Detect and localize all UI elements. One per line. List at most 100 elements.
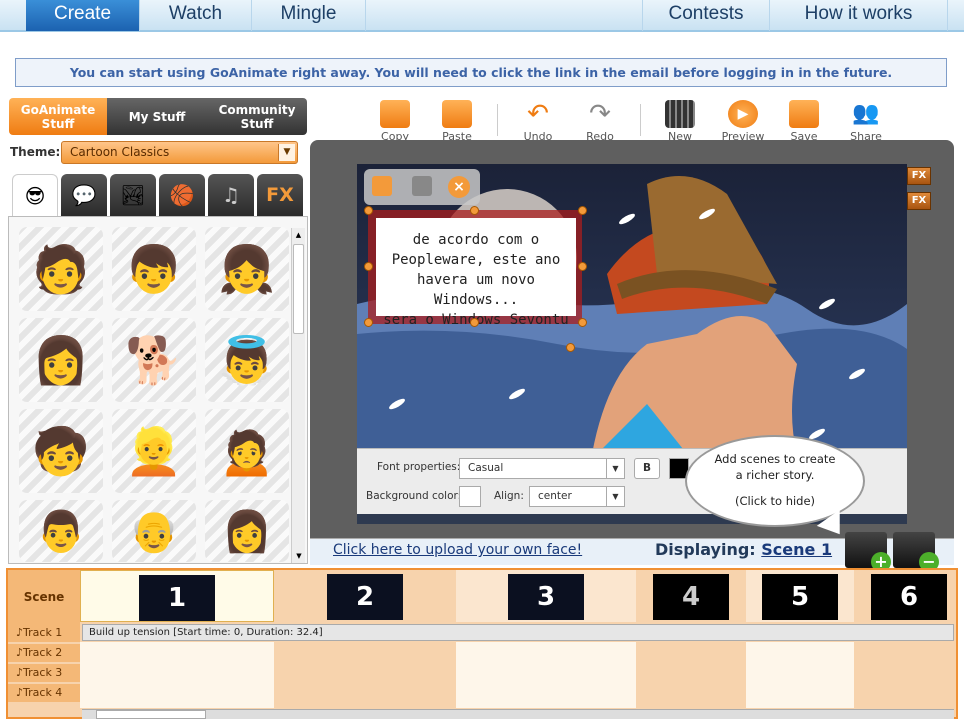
speech-line: Peopleware, este ano <box>391 252 561 268</box>
timeline-scene[interactable]: 6 <box>855 570 955 622</box>
character-thumbnail[interactable]: 👩 <box>205 500 289 562</box>
nav-watch-tab[interactable]: Watch <box>140 0 252 31</box>
speech-bubble-text[interactable]: de acordo com o Peopleware, este ano hav… <box>376 218 576 328</box>
theme-select[interactable]: Cartoon Classics ▼ <box>61 141 298 164</box>
music-note-icon: ♪ <box>16 646 24 659</box>
character-icon: 👩 <box>32 332 90 387</box>
send-backward-icon[interactable] <box>412 176 432 196</box>
floppy-disk-icon <box>789 100 819 128</box>
tab-backgrounds[interactable]: 🏞 <box>110 174 156 216</box>
fx-button[interactable]: FX <box>907 167 931 185</box>
add-scene-button[interactable]: + <box>845 532 891 572</box>
resize-handle[interactable] <box>470 206 479 215</box>
music-note-icon: ♪ <box>16 666 24 679</box>
scene-thumbnail: 4 <box>653 574 729 620</box>
tab-props[interactable]: 🏀 <box>159 174 205 216</box>
library-scrollbar[interactable]: ▲ ▼ <box>291 228 305 563</box>
character-icon: 🙍 <box>218 423 276 478</box>
track-name: Track 4 <box>23 686 63 699</box>
film-strip-icon <box>665 100 695 128</box>
tab-bubbles[interactable]: 💬 <box>61 174 107 216</box>
character-thumbnail[interactable]: 👱 <box>112 409 196 493</box>
nav-contests-tab[interactable]: Contests <box>642 0 770 31</box>
resize-handle[interactable] <box>470 318 479 327</box>
fx-icon: FX <box>266 184 294 206</box>
upload-face-link[interactable]: Click here to upload your own face! <box>333 542 582 558</box>
character-thumbnail[interactable]: 👼 <box>205 318 289 402</box>
preview-button[interactable]: ▶ Preview <box>715 100 771 143</box>
play-icon: ▶ <box>728 100 758 128</box>
resize-handle[interactable] <box>578 206 587 215</box>
resize-handle[interactable] <box>578 262 587 271</box>
current-scene-link[interactable]: Scene 1 <box>761 540 832 559</box>
displaying-label: Displaying: <box>655 540 756 559</box>
copy-button[interactable]: Copy <box>367 100 423 143</box>
tab-characters[interactable]: 😎 <box>12 174 58 216</box>
paste-button[interactable]: Paste <box>429 100 485 143</box>
resize-handle[interactable] <box>364 318 373 327</box>
scroll-down-icon[interactable]: ▼ <box>292 549 306 563</box>
align-select[interactable]: center ▼ <box>529 486 625 507</box>
character-thumbnail[interactable]: 👦 <box>112 227 196 311</box>
character-face-icon: 😎 <box>24 183 46 208</box>
character-thumbnail[interactable]: 🧒 <box>19 409 103 493</box>
timeline-scene[interactable]: 2 <box>275 570 455 622</box>
music-note-icon: ♪ <box>16 626 24 639</box>
close-icon[interactable]: × <box>448 176 470 198</box>
nav-create-tab[interactable]: Create <box>26 0 140 31</box>
track-label-2[interactable]: ♪Track 2 <box>8 644 80 662</box>
tab-goanimate-stuff[interactable]: GoAnimate Stuff <box>9 98 107 135</box>
character-thumbnail[interactable]: 👩 <box>19 318 103 402</box>
fx-button[interactable]: FX <box>907 192 931 210</box>
character-thumbnail[interactable]: 🐕 <box>112 318 196 402</box>
nav-how-it-works-tab[interactable]: How it works <box>770 0 948 31</box>
font-select[interactable]: Casual ▼ <box>459 458 625 479</box>
tab-sounds[interactable]: ♫ <box>208 174 254 216</box>
resize-handle[interactable] <box>364 262 373 271</box>
track-label-1[interactable]: ♪Track 1 <box>8 624 80 642</box>
character-icon: 👩 <box>222 508 272 555</box>
timeline-scrollbar[interactable] <box>82 709 954 719</box>
character-thumbnail[interactable]: 🙍 <box>205 409 289 493</box>
nav-mingle-tab[interactable]: Mingle <box>252 0 366 31</box>
character-thumbnail[interactable]: 👴 <box>112 500 196 562</box>
toolbar-divider <box>497 104 498 136</box>
background-color-swatch[interactable] <box>459 486 481 507</box>
character-thumbnail[interactable]: 👨 <box>19 500 103 562</box>
bring-forward-icon[interactable] <box>372 176 392 196</box>
track-label-4[interactable]: ♪Track 4 <box>8 684 80 702</box>
scroll-up-icon[interactable]: ▲ <box>292 228 305 242</box>
scrollbar-thumb[interactable] <box>96 710 206 719</box>
redo-button[interactable]: ↷ Redo <box>572 100 628 143</box>
character-thumbnail[interactable]: 👧 <box>205 227 289 311</box>
character-thumbnail[interactable]: 🧑 <box>19 227 103 311</box>
undo-button[interactable]: ↶ Undo <box>510 100 566 143</box>
track-1-sound-clip[interactable]: Build up tension [Start time: 0, Duratio… <box>82 624 954 641</box>
share-people-icon: 👥 <box>852 101 880 126</box>
tab-effects[interactable]: FX <box>257 174 303 216</box>
track-name: Track 1 <box>23 626 63 639</box>
timeline-scene[interactable]: 4 <box>637 570 745 622</box>
tab-community-stuff[interactable]: Community Stuff <box>207 98 307 135</box>
tail-handle[interactable] <box>566 343 575 352</box>
share-button[interactable]: 👥 Share <box>838 100 894 143</box>
save-button[interactable]: Save <box>776 100 832 143</box>
hint-close-link[interactable]: (Click to hide) <box>687 493 863 509</box>
toolbar-divider <box>640 104 641 136</box>
new-button[interactable]: New <box>652 100 708 143</box>
music-note-icon: ♫ <box>222 183 240 207</box>
timeline-scene[interactable]: 3 <box>456 570 636 622</box>
track-lane-region <box>456 642 636 708</box>
remove-scene-button[interactable]: − <box>893 532 939 572</box>
bold-button[interactable]: B <box>634 458 660 479</box>
cupid-icon: 👼 <box>218 332 276 387</box>
undo-icon: ↶ <box>527 99 549 129</box>
resize-handle[interactable] <box>364 206 373 215</box>
timeline-scene[interactable]: 1 <box>80 570 274 622</box>
timeline-scene[interactable]: 5 <box>746 570 854 622</box>
tab-my-stuff[interactable]: My Stuff <box>107 98 207 135</box>
scrollbar-thumb[interactable] <box>293 244 304 334</box>
paste-icon <box>442 100 472 128</box>
resize-handle[interactable] <box>578 318 587 327</box>
track-label-3[interactable]: ♪Track 3 <box>8 664 80 682</box>
